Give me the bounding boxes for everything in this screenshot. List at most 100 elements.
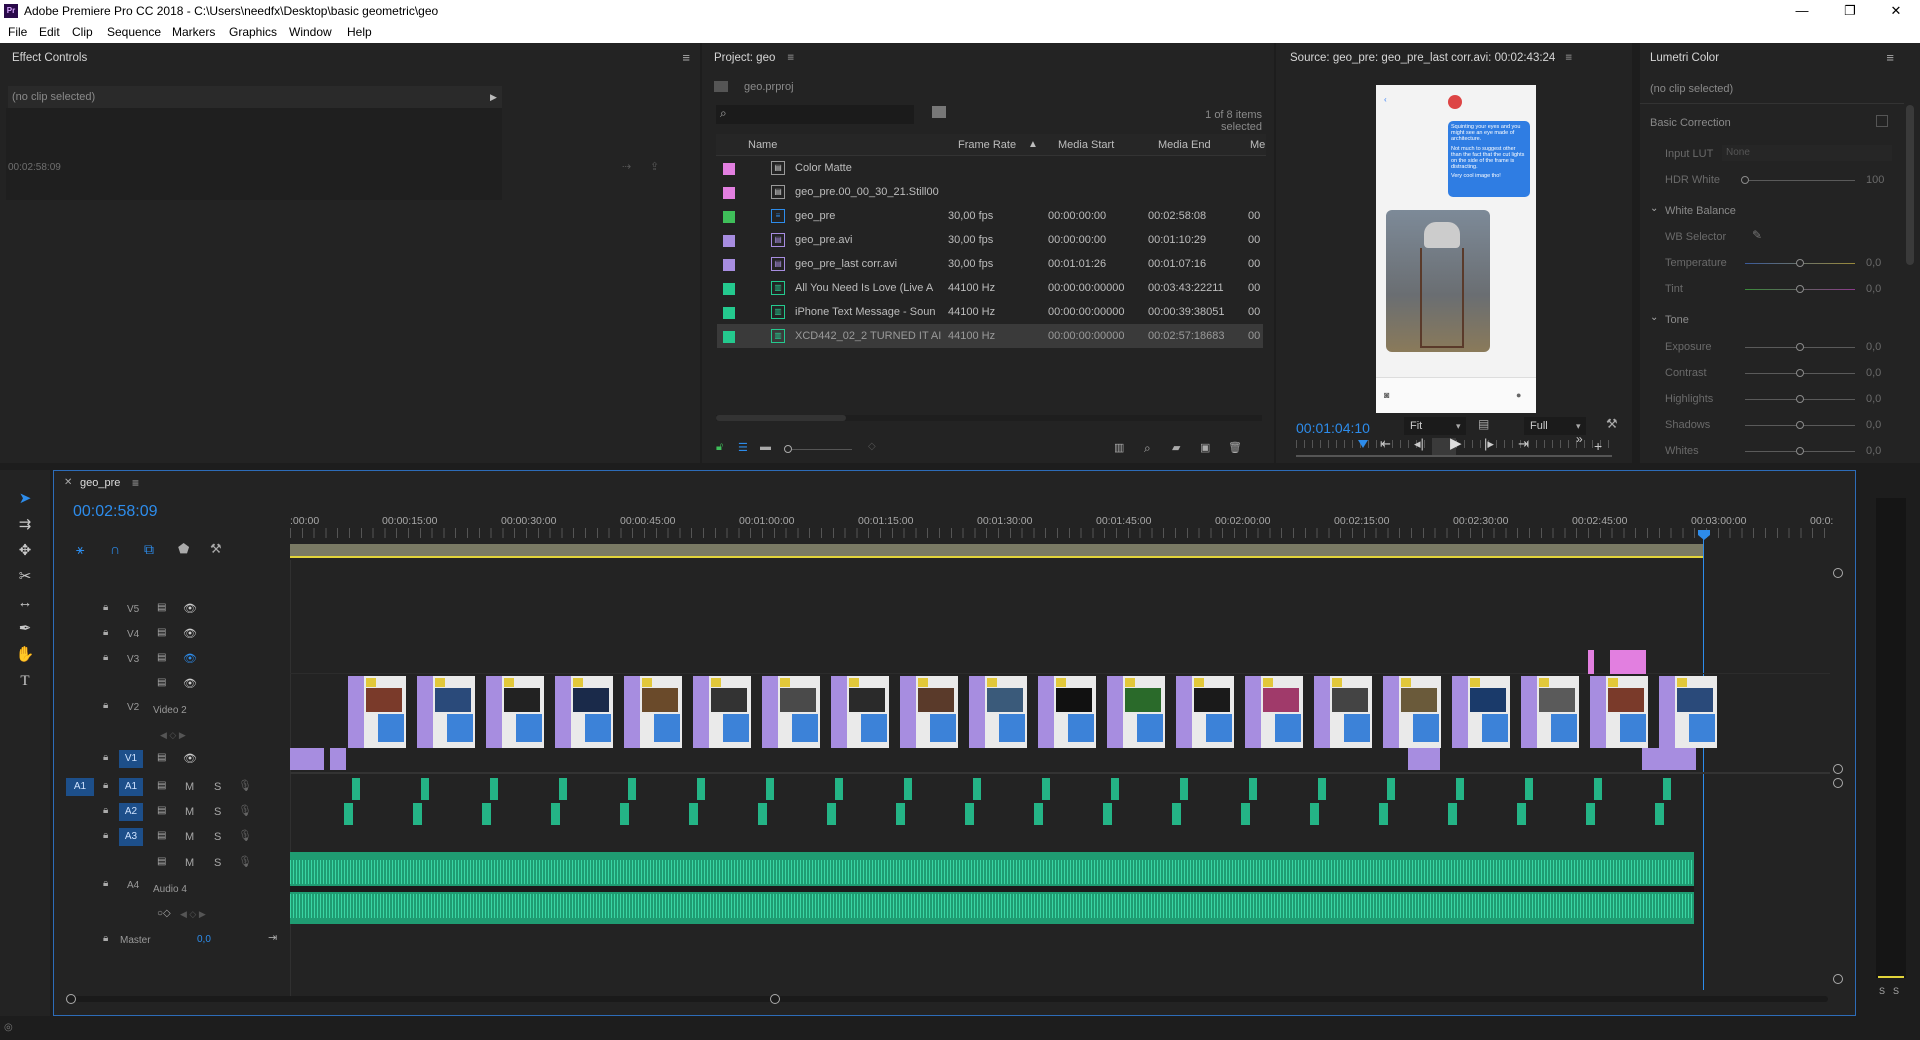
close-tab-icon[interactable]: ✕ — [64, 477, 72, 488]
menu-edit[interactable]: Edit — [39, 25, 60, 39]
selection-tool-icon[interactable]: ➤ — [14, 488, 36, 510]
icon-view-icon[interactable]: ▬ — [760, 441, 771, 453]
eye-icon[interactable]: 👁︎ — [183, 627, 197, 640]
table-row[interactable]: ▤ geo_pre.avi 30,00 fps 00:00:00:00 00:01:10… — [717, 228, 1263, 252]
v1-clip[interactable] — [290, 748, 324, 770]
v1-clip[interactable] — [1408, 748, 1440, 770]
panel-menu-icon[interactable]: ≡ — [787, 52, 794, 64]
master-volume[interactable]: 0,0 — [197, 934, 211, 945]
a2-clip[interactable] — [1379, 803, 1388, 825]
tint-knob[interactable] — [1796, 285, 1804, 293]
contrast-knob[interactable] — [1796, 369, 1804, 377]
horizontal-scrollbar[interactable] — [716, 415, 1262, 421]
a2-clip[interactable] — [1655, 803, 1664, 825]
chevron-down-icon[interactable]: ⌄ — [1650, 203, 1658, 214]
add-marker-icon[interactable]: ⬟ — [178, 541, 189, 557]
keyframe-nav-icon[interactable]: ◀ ◇ ▶ — [160, 730, 186, 741]
a2-clip[interactable] — [344, 803, 353, 825]
a1-clip[interactable] — [1249, 778, 1257, 800]
lock-icon[interactable]: 🔒︎ — [103, 652, 108, 663]
track-a1-target[interactable]: A1 — [119, 778, 143, 796]
export-icon[interactable]: ⇪ — [650, 160, 659, 173]
table-row[interactable]: ▥ iPhone Text Message - Soun 44100 Hz 00:00… — [717, 300, 1263, 324]
zoom-bar[interactable] — [1296, 455, 1612, 457]
a1-clip[interactable] — [352, 778, 360, 800]
a1-clip[interactable] — [766, 778, 774, 800]
sync-lock-icon[interactable]: ▤ — [157, 780, 166, 791]
razor-tool-icon[interactable]: ✂ — [14, 566, 36, 588]
menu-graphics[interactable]: Graphics — [229, 25, 277, 39]
basic-correction-label[interactable]: Basic Correction — [1650, 117, 1731, 129]
step-back-icon[interactable]: ◂| — [1414, 436, 1424, 452]
a2-clip[interactable] — [827, 803, 836, 825]
a1-clip[interactable] — [1594, 778, 1602, 800]
exposure-knob[interactable] — [1796, 343, 1804, 351]
a1-clip[interactable] — [1042, 778, 1050, 800]
step-forward-icon[interactable]: |▸ — [1484, 436, 1494, 452]
wrench-icon[interactable]: ⚒ — [1606, 416, 1618, 432]
lock-icon[interactable]: 🔒︎ — [103, 878, 108, 889]
col-frame-rate[interactable]: Frame Rate — [958, 134, 1016, 156]
shadows-knob[interactable] — [1796, 421, 1804, 429]
a1-clip[interactable] — [1111, 778, 1119, 800]
lock-icon[interactable]: 🔒︎ — [103, 752, 108, 763]
sort-ascending-icon[interactable]: ▲ — [1028, 134, 1038, 156]
solo-button[interactable]: S — [214, 857, 221, 869]
hdr-knob[interactable] — [1741, 176, 1749, 184]
table-row[interactable]: ▤ Color Matte — [717, 156, 1263, 180]
eye-icon[interactable]: 👁︎ — [183, 752, 197, 765]
a2-clip[interactable] — [1310, 803, 1319, 825]
menu-help[interactable]: Help — [347, 25, 372, 39]
a1-clip[interactable] — [697, 778, 705, 800]
meter-solo-right[interactable]: S — [1893, 986, 1899, 996]
settings-icon[interactable]: ▤ — [1478, 417, 1489, 431]
a2-clip[interactable] — [1517, 803, 1526, 825]
vertical-scrollbar[interactable] — [1906, 105, 1914, 265]
new-item-icon[interactable]: ▣ — [1200, 441, 1210, 454]
table-row[interactable]: ≡ geo_pre 30,00 fps 00:00:00:00 00:02:58:08 0… — [717, 204, 1263, 228]
track-v4[interactable]: V4 — [127, 629, 139, 640]
time-ruler-ticks[interactable] — [290, 528, 1830, 538]
go-to-out-icon[interactable]: ⇥ — [1518, 436, 1529, 452]
a1-clip[interactable] — [1663, 778, 1671, 800]
sync-lock-icon[interactable]: ▤ — [157, 856, 166, 867]
vertical-scroll-handle[interactable] — [1833, 778, 1843, 788]
go-to-end-icon[interactable]: ⇥ — [268, 931, 277, 944]
maximize-button[interactable]: ❐ — [1830, 2, 1870, 20]
mic-icon[interactable]: 🎙︎ — [238, 855, 252, 868]
menu-sequence[interactable]: Sequence — [107, 25, 161, 39]
a2-clip[interactable] — [620, 803, 629, 825]
a2-clip[interactable] — [1172, 803, 1181, 825]
a2-clip[interactable] — [482, 803, 491, 825]
close-button[interactable]: ✕ — [1876, 2, 1916, 20]
sync-lock-icon[interactable]: ▤ — [157, 627, 166, 638]
scroll-handle-left[interactable] — [66, 994, 76, 1004]
menu-markers[interactable]: Markers — [172, 25, 215, 39]
minimize-button[interactable]: — — [1782, 2, 1822, 20]
a2-clip[interactable] — [1241, 803, 1250, 825]
table-row[interactable]: ▤ geo_pre.00_00_30_21.Still00 — [717, 180, 1263, 204]
col-more[interactable]: Me — [1250, 134, 1265, 156]
sort-icon[interactable]: ◇ — [868, 441, 876, 452]
play-icon[interactable]: ▶ — [1450, 434, 1462, 452]
mute-button[interactable]: M — [185, 857, 194, 869]
a1-clip[interactable] — [628, 778, 636, 800]
menu-window[interactable]: Window — [289, 25, 332, 39]
more-controls-icon[interactable]: » — [1576, 432, 1583, 446]
eye-icon[interactable]: 👁︎ — [183, 602, 197, 615]
sync-lock-icon[interactable]: ▤ — [157, 752, 166, 763]
nest-sequence-icon[interactable]: ⚹ — [76, 541, 84, 558]
a2-clip[interactable] — [1103, 803, 1112, 825]
col-media-start[interactable]: Media Start — [1058, 134, 1114, 156]
v3-color-matte-clip[interactable] — [1610, 650, 1646, 674]
source-patch-a1[interactable]: A1 — [66, 778, 94, 796]
ripple-edit-tool-icon[interactable]: ✥ — [14, 540, 36, 562]
lock-icon[interactable]: 🔒︎ — [103, 805, 108, 816]
vertical-scroll-handle[interactable] — [1833, 568, 1843, 578]
eye-icon[interactable]: 👁︎ — [183, 677, 197, 690]
sync-lock-icon[interactable]: ▤ — [157, 677, 166, 688]
go-to-in-icon[interactable]: ⇤ — [1380, 436, 1391, 452]
a1-clip[interactable] — [904, 778, 912, 800]
keyframe-nav-icon[interactable]: ◀ ◇ ▶ — [180, 909, 206, 920]
hdr-slider[interactable] — [1745, 180, 1855, 181]
